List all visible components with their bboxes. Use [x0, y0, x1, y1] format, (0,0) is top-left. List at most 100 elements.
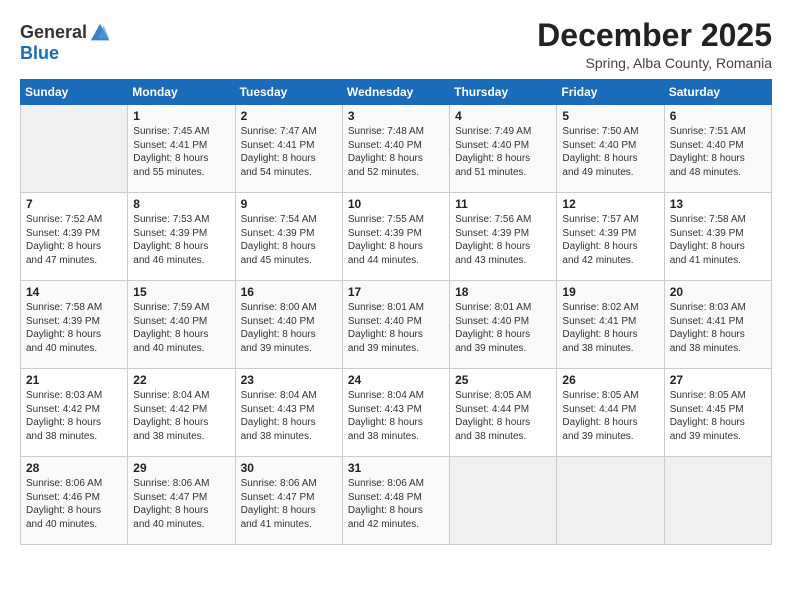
col-wednesday: Wednesday — [342, 80, 449, 105]
day-info-line: and 40 minutes. — [133, 519, 204, 530]
day-content: Sunrise: 7:54 AMSunset: 4:39 PMDaylight:… — [241, 213, 337, 267]
day-number: 6 — [670, 109, 766, 123]
day-info-line: Sunset: 4:40 PM — [562, 140, 636, 151]
logo-blue: Blue — [20, 43, 59, 63]
day-info-line: Sunset: 4:39 PM — [133, 228, 207, 239]
day-info-line: and 54 minutes. — [241, 167, 312, 178]
day-info-line: Sunrise: 8:03 AM — [670, 302, 746, 313]
day-info-line: Sunrise: 7:52 AM — [26, 214, 102, 225]
col-monday: Monday — [128, 80, 235, 105]
table-row: 30Sunrise: 8:06 AMSunset: 4:47 PMDayligh… — [235, 457, 342, 545]
day-info-line: Sunrise: 7:58 AM — [26, 302, 102, 313]
table-row: 17Sunrise: 8:01 AMSunset: 4:40 PMDayligh… — [342, 281, 449, 369]
table-row: 29Sunrise: 8:06 AMSunset: 4:47 PMDayligh… — [128, 457, 235, 545]
calendar-header-row: Sunday Monday Tuesday Wednesday Thursday… — [21, 80, 772, 105]
day-info-line: Daylight: 8 hours — [241, 505, 316, 516]
day-info-line: and 44 minutes. — [348, 255, 419, 266]
day-number: 12 — [562, 197, 658, 211]
day-info-line: Daylight: 8 hours — [241, 153, 316, 164]
calendar-week-row: 14Sunrise: 7:58 AMSunset: 4:39 PMDayligh… — [21, 281, 772, 369]
day-info-line: Daylight: 8 hours — [133, 505, 208, 516]
day-number: 31 — [348, 461, 444, 475]
day-info-line: Daylight: 8 hours — [670, 329, 745, 340]
day-info-line: and 38 minutes. — [455, 431, 526, 442]
day-info-line: Sunrise: 7:57 AM — [562, 214, 638, 225]
day-info-line: Daylight: 8 hours — [348, 241, 423, 252]
day-info-line: Sunrise: 7:45 AM — [133, 126, 209, 137]
day-info-line: Daylight: 8 hours — [241, 417, 316, 428]
day-info-line: and 39 minutes. — [670, 431, 741, 442]
day-content: Sunrise: 8:01 AMSunset: 4:40 PMDaylight:… — [348, 301, 444, 355]
logo-general: General — [20, 23, 87, 43]
day-info-line: Sunrise: 8:05 AM — [562, 390, 638, 401]
day-content: Sunrise: 8:06 AMSunset: 4:47 PMDaylight:… — [133, 477, 229, 531]
day-info-line: and 38 minutes. — [670, 343, 741, 354]
table-row: 19Sunrise: 8:02 AMSunset: 4:41 PMDayligh… — [557, 281, 664, 369]
day-info-line: Daylight: 8 hours — [26, 417, 101, 428]
table-row — [450, 457, 557, 545]
day-content: Sunrise: 7:49 AMSunset: 4:40 PMDaylight:… — [455, 125, 551, 179]
day-info-line: Sunrise: 8:04 AM — [133, 390, 209, 401]
day-number: 10 — [348, 197, 444, 211]
day-number: 25 — [455, 373, 551, 387]
table-row: 3Sunrise: 7:48 AMSunset: 4:40 PMDaylight… — [342, 105, 449, 193]
day-info-line: Daylight: 8 hours — [562, 417, 637, 428]
day-info-line: Daylight: 8 hours — [562, 329, 637, 340]
day-number: 30 — [241, 461, 337, 475]
day-number: 3 — [348, 109, 444, 123]
col-sunday: Sunday — [21, 80, 128, 105]
day-info-line: and 39 minutes. — [348, 343, 419, 354]
day-number: 28 — [26, 461, 122, 475]
day-info-line: Sunset: 4:39 PM — [348, 228, 422, 239]
table-row: 5Sunrise: 7:50 AMSunset: 4:40 PMDaylight… — [557, 105, 664, 193]
day-info-line: and 38 minutes. — [133, 431, 204, 442]
day-info-line: and 39 minutes. — [562, 431, 633, 442]
day-content: Sunrise: 7:58 AMSunset: 4:39 PMDaylight:… — [26, 301, 122, 355]
day-info-line: Sunrise: 8:05 AM — [455, 390, 531, 401]
day-info-line: Sunset: 4:44 PM — [455, 404, 529, 415]
day-info-line: Sunset: 4:44 PM — [562, 404, 636, 415]
day-info-line: Sunset: 4:46 PM — [26, 492, 100, 503]
day-info-line: Sunset: 4:41 PM — [241, 140, 315, 151]
day-info-line: Sunset: 4:39 PM — [241, 228, 315, 239]
day-info-line: and 46 minutes. — [133, 255, 204, 266]
day-content: Sunrise: 8:04 AMSunset: 4:43 PMDaylight:… — [241, 389, 337, 443]
day-content: Sunrise: 7:45 AMSunset: 4:41 PMDaylight:… — [133, 125, 229, 179]
day-info-line: and 42 minutes. — [562, 255, 633, 266]
day-info-line: Sunset: 4:48 PM — [348, 492, 422, 503]
day-number: 21 — [26, 373, 122, 387]
day-info-line: Sunrise: 7:53 AM — [133, 214, 209, 225]
day-info-line: Sunset: 4:39 PM — [670, 228, 744, 239]
table-row: 2Sunrise: 7:47 AMSunset: 4:41 PMDaylight… — [235, 105, 342, 193]
day-content: Sunrise: 7:58 AMSunset: 4:39 PMDaylight:… — [670, 213, 766, 267]
calendar-week-row: 21Sunrise: 8:03 AMSunset: 4:42 PMDayligh… — [21, 369, 772, 457]
day-info-line: Sunset: 4:40 PM — [133, 316, 207, 327]
day-content: Sunrise: 7:52 AMSunset: 4:39 PMDaylight:… — [26, 213, 122, 267]
day-info-line: Daylight: 8 hours — [348, 505, 423, 516]
day-info-line: Sunset: 4:40 PM — [670, 140, 744, 151]
day-info-line: Daylight: 8 hours — [455, 241, 530, 252]
day-content: Sunrise: 8:05 AMSunset: 4:45 PMDaylight:… — [670, 389, 766, 443]
table-row: 1Sunrise: 7:45 AMSunset: 4:41 PMDaylight… — [128, 105, 235, 193]
day-info-line: Sunrise: 8:01 AM — [455, 302, 531, 313]
table-row: 28Sunrise: 8:06 AMSunset: 4:46 PMDayligh… — [21, 457, 128, 545]
col-tuesday: Tuesday — [235, 80, 342, 105]
day-info-line: Sunrise: 7:51 AM — [670, 126, 746, 137]
day-number: 13 — [670, 197, 766, 211]
day-info-line: Sunrise: 8:02 AM — [562, 302, 638, 313]
day-info-line: Sunset: 4:41 PM — [670, 316, 744, 327]
table-row: 18Sunrise: 8:01 AMSunset: 4:40 PMDayligh… — [450, 281, 557, 369]
table-row: 10Sunrise: 7:55 AMSunset: 4:39 PMDayligh… — [342, 193, 449, 281]
day-info-line: Sunset: 4:39 PM — [26, 316, 100, 327]
day-number: 24 — [348, 373, 444, 387]
day-content: Sunrise: 8:04 AMSunset: 4:43 PMDaylight:… — [348, 389, 444, 443]
day-info-line: and 41 minutes. — [241, 519, 312, 530]
day-number: 15 — [133, 285, 229, 299]
title-block: December 2025 Spring, Alba County, Roman… — [537, 18, 772, 71]
month-title: December 2025 — [537, 18, 772, 53]
day-info-line: Daylight: 8 hours — [455, 153, 530, 164]
table-row: 11Sunrise: 7:56 AMSunset: 4:39 PMDayligh… — [450, 193, 557, 281]
day-info-line: Daylight: 8 hours — [562, 241, 637, 252]
day-content: Sunrise: 8:06 AMSunset: 4:48 PMDaylight:… — [348, 477, 444, 531]
day-number: 26 — [562, 373, 658, 387]
